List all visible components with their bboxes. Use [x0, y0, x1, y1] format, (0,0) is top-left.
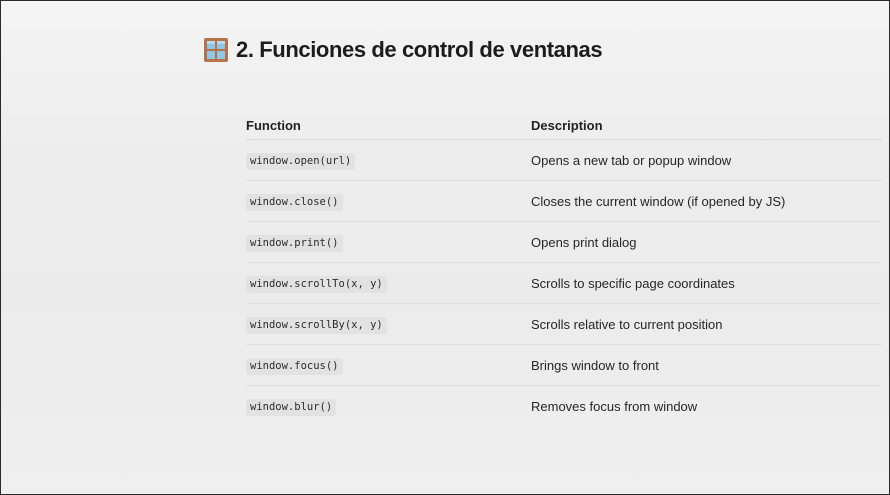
window-icon — [204, 38, 228, 62]
functions-table: Function Description window.open(url) Op… — [246, 112, 882, 426]
function-description: Opens a new tab or popup window — [531, 152, 732, 168]
table-row: window.blur() Removes focus from window — [246, 386, 882, 426]
document-page: 2. Funciones de control de ventanas Func… — [0, 0, 890, 495]
function-description: Removes focus from window — [531, 398, 698, 414]
function-code: window.print() — [246, 234, 343, 252]
page-title: 2. Funciones de control de ventanas — [236, 37, 603, 62]
function-description: Scrolls relative to current position — [531, 316, 723, 332]
table-row: window.close() Closes the current window… — [246, 181, 882, 222]
function-description: Closes the current window (if opened by … — [531, 193, 786, 209]
function-code: window.close() — [246, 193, 343, 211]
function-code: window.scrollTo(x, y) — [246, 275, 387, 293]
table-row: window.open(url) Opens a new tab or popu… — [246, 140, 882, 181]
function-code: window.blur() — [246, 398, 337, 416]
table-row: window.focus() Brings window to front — [246, 345, 882, 386]
table-row: window.print() Opens print dialog — [246, 222, 882, 263]
column-header-description: Description — [531, 118, 603, 133]
function-code: window.scrollBy(x, y) — [246, 316, 387, 334]
table-row: window.scrollBy(x, y) Scrolls relative t… — [246, 304, 882, 345]
table-header: Function Description — [246, 112, 882, 140]
function-description: Scrolls to specific page coordinates — [531, 275, 735, 291]
column-header-function: Function — [246, 118, 301, 133]
function-code: window.focus() — [246, 357, 343, 375]
function-description: Opens print dialog — [531, 234, 637, 250]
table-row: window.scrollTo(x, y) Scrolls to specifi… — [246, 263, 882, 304]
function-description: Brings window to front — [531, 357, 659, 373]
function-code: window.open(url) — [246, 152, 356, 170]
section-heading: 2. Funciones de control de ventanas — [203, 35, 603, 65]
